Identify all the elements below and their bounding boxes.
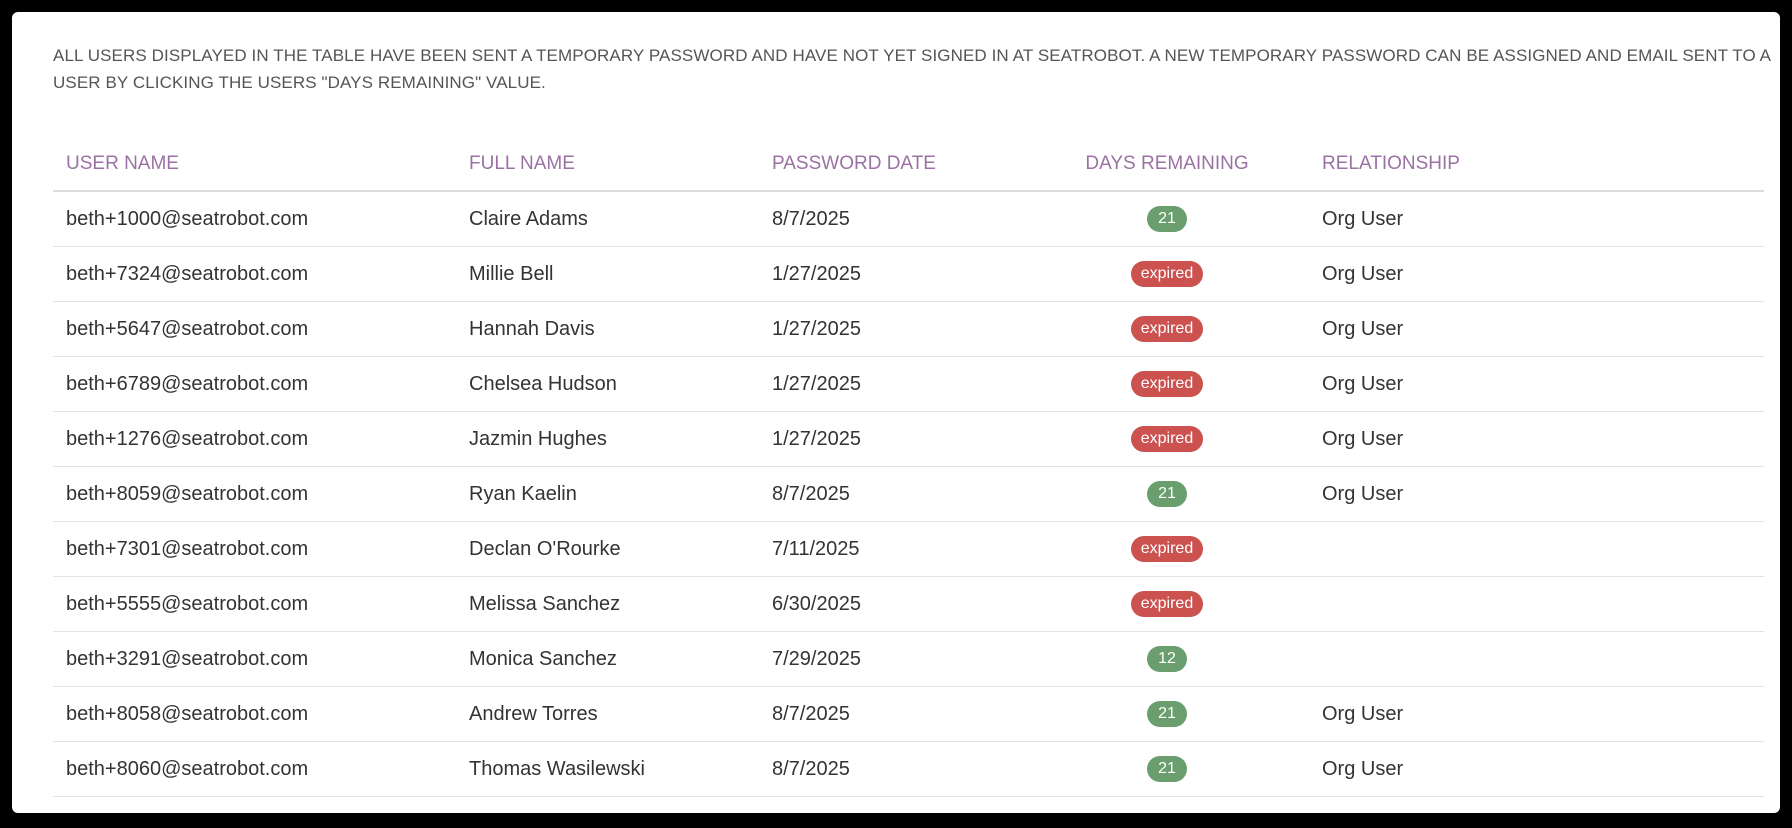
table-header: USER NAME FULL NAME PASSWORD DATE DAYS R… [53,138,1764,192]
full-name-cell: Monica Sanchez [456,631,759,687]
days-remaining-cell: expired [1025,411,1309,467]
user-name-cell: beth+7301@seatrobot.com [53,521,456,577]
user-name-cell: beth+8058@seatrobot.com [53,686,456,742]
password-date-cell: 7/29/2025 [759,631,1025,687]
full-name-cell: Thomas Wasilewski [456,741,759,797]
user-name-cell: beth+1276@seatrobot.com [53,411,456,467]
column-header-full-name[interactable]: FULL NAME [456,138,759,192]
column-header-days-remaining[interactable]: DAYS REMAINING [1025,138,1309,192]
relationship-cell: Org User [1309,466,1764,522]
relationship-cell: Org User [1309,741,1764,797]
days-remaining-badge[interactable]: 21 [1147,756,1187,782]
days-remaining-badge[interactable]: 21 [1147,206,1187,232]
days-remaining-badge[interactable]: 12 [1147,646,1187,672]
full-name-cell: Chelsea Hudson [456,356,759,412]
full-name-cell: Ryan Kaelin [456,466,759,522]
table-row: beth+7324@seatrobot.com Millie Bell 1/27/2… [53,246,1764,302]
days-remaining-cell: 21 [1025,686,1309,742]
expired-badge[interactable]: expired [1130,371,1204,397]
days-remaining-cell: 21 [1025,741,1309,797]
relationship-cell: Org User [1309,356,1764,412]
user-name-cell: beth+1000@seatrobot.com [53,191,456,247]
users-panel: ALL USERS DISPLAYED IN THE TABLE HAVE BE… [12,12,1780,813]
user-name-cell: beth+6789@seatrobot.com [53,356,456,412]
table-row: beth+8058@seatrobot.com Andrew Torres 8/7/… [53,686,1764,742]
days-remaining-cell: 21 [1025,466,1309,522]
table-row: beth+3291@seatrobot.com Monica Sanchez 7/2… [53,631,1764,687]
days-remaining-cell: expired [1025,301,1309,357]
expired-badge[interactable]: expired [1130,316,1204,342]
password-date-cell: 8/7/2025 [759,191,1025,247]
table-header-row: USER NAME FULL NAME PASSWORD DATE DAYS R… [53,138,1764,192]
days-remaining-cell: expired [1025,576,1309,632]
relationship-cell [1309,631,1764,687]
days-remaining-cell: expired [1025,356,1309,412]
user-name-cell: beth+3291@seatrobot.com [53,631,456,687]
expired-badge[interactable]: expired [1130,426,1204,452]
relationship-cell: Org User [1309,411,1764,467]
full-name-cell: Millie Bell [456,246,759,302]
full-name-cell: Declan O'Rourke [456,521,759,577]
days-remaining-cell: 12 [1025,631,1309,687]
user-name-cell: beth+7324@seatrobot.com [53,246,456,302]
days-remaining-cell: expired [1025,246,1309,302]
expired-badge[interactable]: expired [1130,536,1204,562]
days-remaining-badge[interactable]: 21 [1147,701,1187,727]
temporary-password-users-table: USER NAME FULL NAME PASSWORD DATE DAYS R… [53,138,1764,797]
user-name-cell: beth+5555@seatrobot.com [53,576,456,632]
password-date-cell: 8/7/2025 [759,741,1025,797]
days-remaining-cell: expired [1025,521,1309,577]
full-name-cell: Andrew Torres [456,686,759,742]
relationship-cell [1309,576,1764,632]
password-date-cell: 1/27/2025 [759,301,1025,357]
days-remaining-badge[interactable]: 21 [1147,481,1187,507]
password-date-cell: 1/27/2025 [759,246,1025,302]
column-header-password-date[interactable]: PASSWORD DATE [759,138,1025,192]
password-date-cell: 7/11/2025 [759,521,1025,577]
password-date-cell: 1/27/2025 [759,411,1025,467]
table-row: beth+1276@seatrobot.com Jazmin Hughes 1/27… [53,411,1764,467]
full-name-cell: Hannah Davis [456,301,759,357]
expired-badge[interactable]: expired [1130,591,1204,617]
password-date-cell: 8/7/2025 [759,466,1025,522]
table-body: beth+1000@seatrobot.com Claire Adams 8/7/2… [53,191,1764,797]
password-date-cell: 6/30/2025 [759,576,1025,632]
table-row: beth+5647@seatrobot.com Hannah Davis 1/27/… [53,301,1764,357]
table-row: beth+6789@seatrobot.com Chelsea Hudson 1/2… [53,356,1764,412]
full-name-cell: Jazmin Hughes [456,411,759,467]
table-row: beth+7301@seatrobot.com Declan O'Rourke 7/… [53,521,1764,577]
table-row: beth+8060@seatrobot.com Thomas Wasilewski… [53,741,1764,797]
table-row: beth+5555@seatrobot.com Melissa Sanchez 6/… [53,576,1764,632]
relationship-cell [1309,521,1764,577]
table-row: beth+1000@seatrobot.com Claire Adams 8/7/2… [53,191,1764,247]
column-header-relationship[interactable]: RELATIONSHIP [1309,138,1764,192]
table-row: beth+8059@seatrobot.com Ryan Kaelin 8/7/20… [53,466,1764,522]
password-date-cell: 1/27/2025 [759,356,1025,412]
days-remaining-cell: 21 [1025,191,1309,247]
user-name-cell: beth+5647@seatrobot.com [53,301,456,357]
password-date-cell: 8/7/2025 [759,686,1025,742]
relationship-cell: Org User [1309,246,1764,302]
relationship-cell: Org User [1309,191,1764,247]
relationship-cell: Org User [1309,301,1764,357]
notice-text: ALL USERS DISPLAYED IN THE TABLE HAVE BE… [53,46,1771,92]
column-header-user-name[interactable]: USER NAME [53,138,456,192]
full-name-cell: Melissa Sanchez [456,576,759,632]
user-name-cell: beth+8060@seatrobot.com [53,741,456,797]
relationship-cell: Org User [1309,686,1764,742]
full-name-cell: Claire Adams [456,191,759,247]
user-name-cell: beth+8059@seatrobot.com [53,466,456,522]
expired-badge[interactable]: expired [1130,261,1204,287]
